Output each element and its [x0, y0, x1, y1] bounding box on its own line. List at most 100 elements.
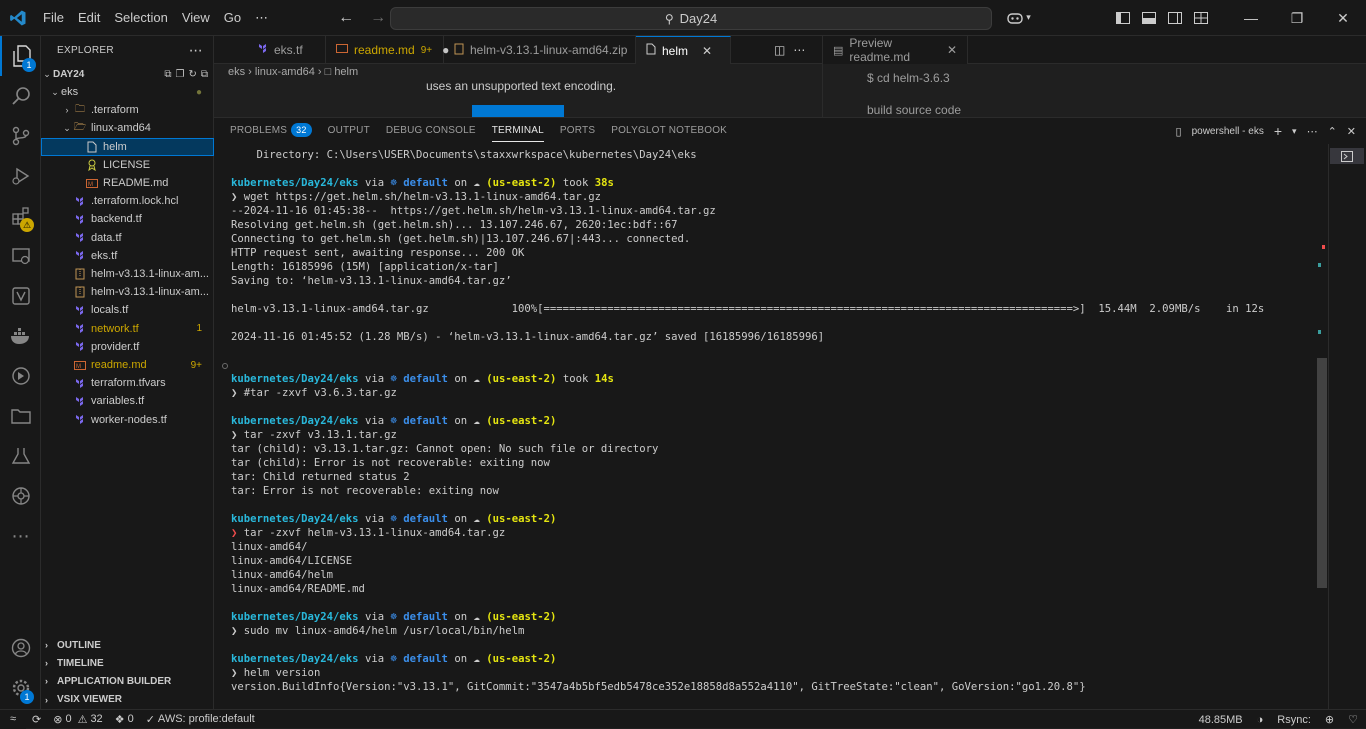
tree-file[interactable]: network.tf 1	[41, 320, 214, 338]
menu-item[interactable]: ⋯	[248, 0, 275, 36]
memory-usage[interactable]: 48.85MB	[1199, 714, 1243, 726]
breadcrumb-item[interactable]: linux-amd64	[255, 66, 315, 78]
editor-tab[interactable]: helm ✕	[636, 36, 731, 64]
tree-file[interactable]: worker-nodes.tf	[41, 411, 214, 429]
terminal-list-item[interactable]	[1330, 148, 1364, 164]
command-center-search[interactable]: ⚲ Day24	[390, 7, 992, 30]
new-file-icon[interactable]: ⧉	[164, 69, 171, 80]
sidebar-section[interactable]: › VSIX VIEWER	[41, 691, 214, 709]
kubernetes-icon[interactable]	[0, 476, 41, 516]
sidebar-section[interactable]: › APPLICATION BUILDER	[41, 672, 214, 690]
back-arrow-icon[interactable]: ←	[335, 9, 357, 27]
tree-folder[interactable]: ⌄ eks ●	[41, 83, 214, 101]
editor-tab[interactable]: helm-v3.13.1-linux-amd64.zip	[444, 36, 636, 64]
tree-file[interactable]: .terraform.lock.hcl	[41, 192, 214, 210]
sidebar-section[interactable]: › TIMELINE	[41, 654, 214, 672]
search-icon[interactable]	[0, 76, 41, 116]
tree-file[interactable]: helm-v3.13.1-linux-am...	[41, 265, 214, 283]
new-folder-icon[interactable]: ❐	[176, 69, 185, 80]
panel-tab[interactable]: PROBLEMS 32	[222, 118, 320, 144]
toggle-primary-sidebar-icon[interactable]	[1110, 0, 1136, 36]
open-anyway-button[interactable]	[472, 105, 564, 117]
forward-arrow-icon[interactable]: →	[367, 9, 389, 27]
close-tab-icon[interactable]: ✕	[702, 44, 712, 58]
folder-icon[interactable]	[0, 396, 41, 436]
notifications-bell-icon[interactable]: ♡	[1348, 713, 1358, 726]
ports-status[interactable]: ❖ 0	[109, 713, 140, 726]
command-decoration-icon[interactable]	[222, 363, 228, 369]
new-terminal-icon[interactable]: +	[1274, 123, 1282, 139]
explorer-more-icon[interactable]: ⋯	[189, 42, 203, 59]
editor-tab[interactable]: eks.tf	[214, 36, 326, 64]
close-panel-icon[interactable]: ✕	[1347, 125, 1356, 138]
tree-folder[interactable]: › 🗀 .terraform	[41, 101, 214, 119]
tree-file[interactable]: Mreadme.md 9+	[41, 356, 214, 374]
breadcrumb-item[interactable]: helm	[334, 66, 358, 78]
split-editor-icon[interactable]: ◫	[774, 43, 785, 57]
sync-status[interactable]: ⟳	[26, 713, 47, 726]
menu-item[interactable]: Selection	[107, 0, 174, 36]
close-tab-icon[interactable]: ✕	[947, 43, 957, 57]
sidebar-section[interactable]: › OUTLINE	[41, 636, 214, 654]
remote-explorer-icon[interactable]	[0, 236, 41, 276]
more-icon[interactable]: ⋯	[0, 516, 41, 556]
menu-item[interactable]: Go	[217, 0, 248, 36]
restore-icon[interactable]: ❐	[1274, 0, 1320, 36]
panel-tab[interactable]: POLYGLOT NOTEBOOK	[603, 118, 735, 144]
tree-file[interactable]: locals.tf	[41, 301, 214, 319]
tree-file[interactable]: terraform.tfvars	[41, 374, 214, 392]
terraform-icon[interactable]	[0, 356, 41, 396]
panel-tab[interactable]: TERMINAL	[484, 118, 552, 144]
tree-file[interactable]: provider.tf	[41, 338, 214, 356]
problems-status[interactable]: ⊗ 0 ⚠ 32	[47, 713, 108, 726]
toggle-panel-icon[interactable]	[1136, 0, 1162, 36]
menu-item[interactable]: File	[36, 0, 71, 36]
panel-tab[interactable]: PORTS	[552, 118, 603, 144]
editor-more-icon[interactable]: ⋯	[793, 43, 805, 57]
manage-gear-icon[interactable]: 1	[0, 668, 41, 708]
breadcrumb-item[interactable]: eks	[228, 66, 245, 78]
menu-item[interactable]: View	[175, 0, 217, 36]
tree-file[interactable]: backend.tf	[41, 210, 214, 228]
customize-layout-icon[interactable]	[1188, 0, 1214, 36]
aws-status[interactable]: ✓ AWS: profile:default	[140, 713, 261, 726]
remote-indicator-icon[interactable]: ≈	[0, 709, 26, 729]
tree-file[interactable]: helm	[41, 137, 214, 156]
terminal-name[interactable]: powershell - eks	[1192, 126, 1264, 137]
tree-file[interactable]: eks.tf	[41, 247, 214, 265]
tree-file[interactable]: LICENSE	[41, 156, 214, 174]
editor-tab[interactable]: readme.md 9+ ●	[326, 36, 449, 64]
terminal-scrollbar-thumb[interactable]	[1317, 358, 1327, 588]
docker-icon[interactable]	[0, 316, 41, 356]
copilot-icon[interactable]: ▾	[1002, 0, 1036, 36]
refresh-icon[interactable]: ↻	[188, 69, 196, 80]
rsync-label[interactable]: Rsync:	[1277, 714, 1311, 726]
workspace-root[interactable]: ⌄ DAY24 ⧉ ❐ ↻ ⧉	[41, 65, 214, 83]
tree-file[interactable]: helm-v3.13.1-linux-am...	[41, 283, 214, 301]
aws-icon[interactable]	[0, 276, 41, 316]
tree-folder[interactable]: ⌄ 🗁 linux-amd64	[41, 119, 214, 137]
prompt-word: took	[562, 373, 589, 385]
minimize-icon[interactable]: —	[1228, 0, 1274, 36]
rsync-icon[interactable]: ⊕	[1325, 713, 1334, 726]
tree-file[interactable]: M README.md	[41, 174, 214, 192]
tab-preview-readme[interactable]: ▤ Preview readme.md ✕	[823, 36, 968, 64]
panel-tab[interactable]: DEBUG CONSOLE	[378, 118, 484, 144]
close-window-icon[interactable]: ✕	[1320, 0, 1366, 36]
panel-more-icon[interactable]: ⋯	[1307, 125, 1318, 138]
panel-tab[interactable]: OUTPUT	[320, 118, 378, 144]
toggle-secondary-sidebar-icon[interactable]	[1162, 0, 1188, 36]
source-control-icon[interactable]	[0, 116, 41, 156]
explorer-icon[interactable]: 1	[0, 36, 41, 76]
account-icon[interactable]	[0, 628, 41, 668]
run-debug-icon[interactable]	[0, 156, 41, 196]
maximize-panel-icon[interactable]: ⌃	[1328, 125, 1337, 138]
extensions-icon[interactable]: ⚠	[0, 196, 41, 236]
lab-icon[interactable]	[0, 436, 41, 476]
toggle-icon[interactable]: ◑	[1257, 714, 1264, 726]
tree-file[interactable]: variables.tf	[41, 392, 214, 410]
menu-item[interactable]: Edit	[71, 0, 107, 36]
terminal-dropdown-icon[interactable]: ▾	[1292, 126, 1297, 137]
collapse-all-icon[interactable]: ⧉	[201, 69, 208, 80]
tree-file[interactable]: data.tf	[41, 229, 214, 247]
